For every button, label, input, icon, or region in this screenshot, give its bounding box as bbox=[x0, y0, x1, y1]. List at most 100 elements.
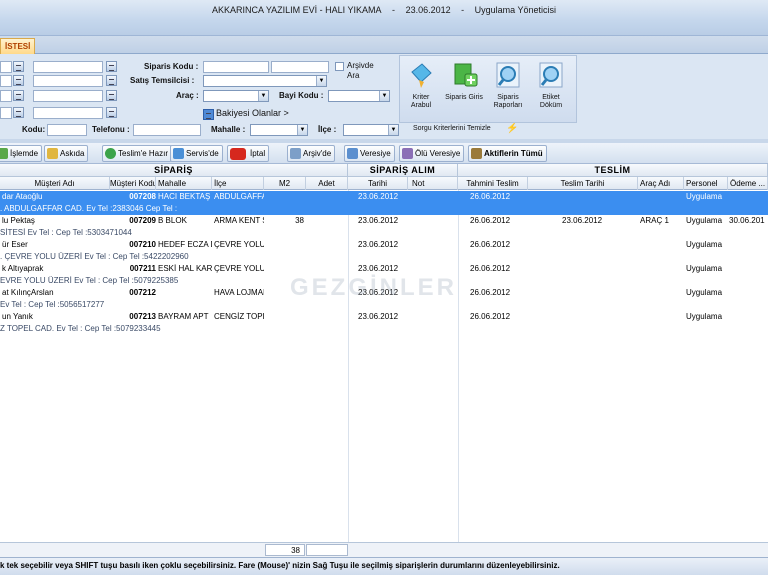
calendar-icon[interactable] bbox=[13, 61, 24, 72]
group-siparis: SİPARİŞ bbox=[0, 164, 348, 177]
date-input[interactable] bbox=[33, 75, 103, 87]
calendar-icon[interactable] bbox=[13, 107, 24, 118]
telefonu-input[interactable] bbox=[133, 124, 201, 136]
cell-name: k Altıyaprak bbox=[2, 264, 44, 273]
calendar-icon[interactable] bbox=[13, 75, 24, 86]
cell-odeme bbox=[729, 239, 768, 251]
cancel-x-icon bbox=[230, 148, 246, 160]
cell-teslim bbox=[562, 287, 638, 299]
list-icon bbox=[471, 148, 482, 159]
calendar-icon[interactable] bbox=[106, 75, 117, 86]
cell-m2 bbox=[264, 191, 304, 203]
col-personel[interactable]: Personel bbox=[684, 177, 728, 190]
add-order-icon bbox=[449, 60, 479, 90]
kriter-arabul-button[interactable]: Kriter Arabul bbox=[402, 58, 440, 120]
arsivde-button[interactable]: Arşiv'de bbox=[287, 145, 336, 162]
col-teslim-tarihi[interactable]: Teslim Tarihi bbox=[528, 177, 638, 190]
date-input[interactable] bbox=[33, 107, 103, 119]
cell-mahalle: BAYRAM APT bbox=[158, 312, 209, 321]
cell-personel: Uygulama bbox=[686, 216, 723, 225]
table-row[interactable]: dar Ataoğlu 007208 HACI BEKTAŞ \ ABDULGAFFA… bbox=[0, 191, 768, 203]
cell-code: 007212 bbox=[129, 288, 156, 297]
cell-not bbox=[410, 215, 456, 227]
islemde-button[interactable]: İşlemde bbox=[0, 145, 43, 162]
arsivde-ara-label-2: Ara bbox=[347, 71, 360, 80]
table-row[interactable]: ür Eser 007210 HEDEF ECZA D ÇEVRE YOLU 23.06… bbox=[0, 239, 768, 251]
askida-button[interactable]: Askıda bbox=[44, 145, 89, 162]
col-tarihi[interactable]: Tarihi bbox=[348, 177, 408, 190]
col-m2[interactable]: M2 bbox=[264, 177, 306, 190]
col-ilce[interactable]: İlçe bbox=[212, 177, 264, 190]
check-icon bbox=[105, 148, 116, 159]
col-musteri-adi[interactable]: Müşteri Adı bbox=[0, 177, 110, 190]
sorgu-temizle-link[interactable]: Sorgu Kriterlerini Temizle bbox=[413, 125, 491, 132]
etiket-dokum-label: Etiket Döküm bbox=[539, 94, 563, 109]
siparis-kodu-input[interactable] bbox=[203, 61, 269, 73]
date-input[interactable] bbox=[0, 75, 12, 87]
calendar-icon[interactable] bbox=[13, 90, 24, 101]
iptal-button[interactable]: İptal bbox=[227, 145, 270, 162]
mahalle-dropdown[interactable]: ▼ bbox=[250, 124, 308, 136]
arac-dropdown[interactable]: ▼ bbox=[203, 90, 269, 102]
date-input[interactable] bbox=[33, 90, 103, 102]
satis-temsilcisi-dropdown[interactable]: ▼ bbox=[203, 75, 327, 87]
truck-icon bbox=[173, 148, 184, 159]
table-row[interactable]: un Yanık 007213 BAYRAM APT CENGİZ TOPE 23.06… bbox=[0, 311, 768, 323]
cell-adet bbox=[306, 311, 346, 323]
col-arac-adi[interactable]: Araç Adı bbox=[638, 177, 684, 190]
date-input[interactable] bbox=[0, 90, 12, 102]
date-input[interactable] bbox=[0, 107, 12, 119]
siparis-raporlari-button[interactable]: Siparis Raporları bbox=[489, 58, 527, 120]
teslime-hazir-button[interactable]: Teslim'e Hazır bbox=[102, 145, 172, 162]
cell-teslim: 23.06.2012 bbox=[562, 216, 603, 225]
arrow-pointer-icon bbox=[406, 60, 436, 90]
veresiye-button[interactable]: Veresiye bbox=[344, 145, 395, 162]
cell-m2 bbox=[264, 311, 304, 323]
app-window: AKKARINCA YAZILIM EVİ - HALI YIKAMA - 23… bbox=[0, 0, 768, 575]
cell-ilce: HAVA LOJMAI bbox=[214, 288, 264, 297]
siparis-kodu-label: Siparis Kodu : bbox=[144, 62, 199, 71]
cell-mahalle: ESKİ HAL KARŞ bbox=[158, 264, 212, 273]
cell-ilce: ARMA KENT S bbox=[214, 216, 264, 225]
kodu-input[interactable] bbox=[47, 124, 87, 136]
ilce-dropdown[interactable]: ▼ bbox=[343, 124, 399, 136]
cell-personel: Uygulama bbox=[686, 240, 723, 249]
siparis-giris-button[interactable]: Siparis Giris bbox=[445, 58, 483, 120]
cell-not bbox=[410, 311, 456, 323]
etiket-dokum-button[interactable]: Etiket Döküm bbox=[532, 58, 570, 120]
cell-tahmini: 26.06.2012 bbox=[470, 288, 511, 297]
aktiflerin-tumu-label: Aktiflerin Tümü bbox=[484, 149, 543, 158]
siparis-kodu-input-2[interactable] bbox=[271, 61, 329, 73]
title-user: Uygulama Yöneticisi bbox=[474, 5, 557, 15]
cell-m2 bbox=[264, 239, 304, 251]
bayi-kodu-dropdown[interactable]: ▼ bbox=[328, 90, 390, 102]
calendar-icon[interactable] bbox=[106, 90, 117, 101]
group-siparis-alim: SİPARİŞ ALIM bbox=[348, 164, 458, 177]
tab-siparis-listesi[interactable]: İSTESİ bbox=[0, 38, 36, 54]
calendar-icon[interactable] bbox=[106, 61, 117, 72]
eraser-icon[interactable]: ⚡ bbox=[506, 123, 518, 134]
watermark: GEZGİNLER bbox=[290, 274, 458, 301]
olu-veresiye-button[interactable]: Ölü Veresiye bbox=[399, 145, 465, 162]
col-tahmini-teslim[interactable]: Tahmini Teslim bbox=[458, 177, 528, 190]
cell-arac bbox=[640, 191, 684, 203]
chevron-down-icon: ▼ bbox=[258, 91, 268, 101]
cell-tahmini: 26.06.2012 bbox=[470, 192, 511, 201]
col-musteri-kodu[interactable]: Müşteri Kodu bbox=[110, 177, 156, 190]
col-not[interactable]: Not bbox=[408, 177, 458, 190]
calendar-icon[interactable] bbox=[106, 107, 117, 118]
date-input[interactable] bbox=[0, 61, 12, 73]
cell-tahmini: 26.06.2012 bbox=[470, 264, 511, 273]
col-adet[interactable]: Adet bbox=[306, 177, 348, 190]
servisde-button[interactable]: Servis'de bbox=[170, 145, 223, 162]
bakiyesi-olanlar-toggle[interactable]: Bakiyesi Olanlar > bbox=[216, 108, 289, 118]
col-odeme[interactable]: Ödeme ... bbox=[728, 177, 768, 190]
table-row[interactable]: lu Pektaş 007209 B BLOK ARMA KENT S 38 23.06.… bbox=[0, 215, 768, 227]
cell-odeme: 30.06.201 bbox=[729, 216, 765, 225]
cell-ilce: CENGİZ TOPE bbox=[214, 312, 264, 321]
col-mahalle[interactable]: Mahalle bbox=[156, 177, 212, 190]
status-bar: k tek seçebilir veya SHIFT tuşu basılı i… bbox=[0, 557, 768, 575]
arsivde-ara-checkbox[interactable] bbox=[335, 62, 344, 71]
date-input[interactable] bbox=[33, 61, 103, 73]
aktiflerin-tumu-button[interactable]: Aktiflerin Tümü bbox=[468, 145, 547, 162]
